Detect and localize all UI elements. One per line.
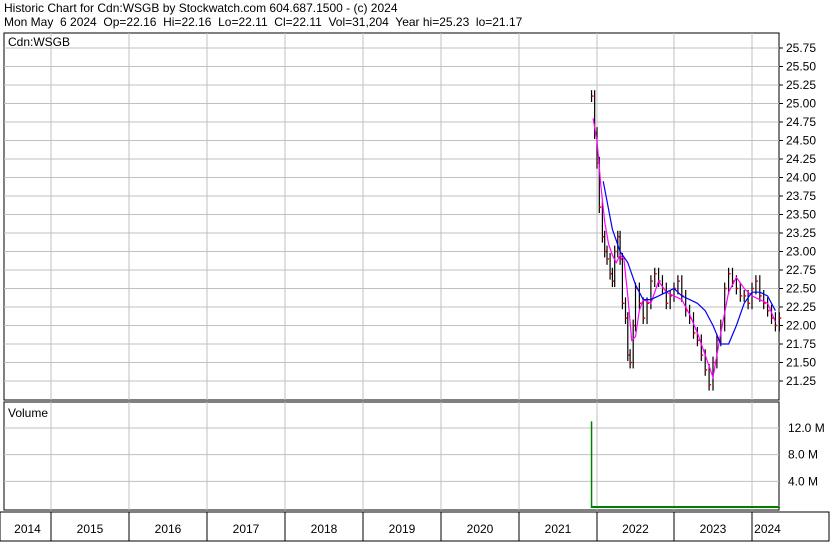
volume-tick-label: 12.0 M bbox=[788, 421, 825, 435]
year-label: 2019 bbox=[389, 522, 416, 536]
year-label: 2017 bbox=[233, 522, 260, 536]
price-tick-label: 21.50 bbox=[786, 356, 816, 370]
year-label: 2023 bbox=[700, 522, 727, 536]
year-label: 2014 bbox=[14, 522, 41, 536]
symbol-label: Cdn:WSGB bbox=[8, 35, 70, 49]
year-label: 2022 bbox=[622, 522, 649, 536]
price-tick-label: 25.75 bbox=[786, 41, 816, 55]
price-tick-label: 25.00 bbox=[786, 97, 816, 111]
price-tick-label: 25.50 bbox=[786, 60, 816, 74]
price-tick-label: 24.25 bbox=[786, 152, 816, 166]
volume-panel-frame bbox=[3, 401, 780, 511]
price-tick-label: 23.00 bbox=[786, 245, 816, 259]
year-label: 2024 bbox=[754, 522, 781, 536]
year-label: 2016 bbox=[155, 522, 182, 536]
price-tick-label: 22.75 bbox=[786, 263, 816, 277]
volume-label: Volume bbox=[8, 406, 48, 420]
price-panel-frame bbox=[3, 32, 780, 401]
price-tick-label: 21.75 bbox=[786, 337, 816, 351]
price-tick-label: 25.25 bbox=[786, 78, 816, 92]
price-tick-label: 22.50 bbox=[786, 282, 816, 296]
year-label: 2018 bbox=[311, 522, 338, 536]
price-tick-label: 24.50 bbox=[786, 134, 816, 148]
price-tick-label: 24.75 bbox=[786, 115, 816, 129]
price-tick-label: 23.25 bbox=[786, 226, 816, 240]
volume-tick-label: 8.0 M bbox=[788, 448, 818, 462]
price-tick-label: 22.00 bbox=[786, 319, 816, 333]
volume-tick-label: 4.0 M bbox=[788, 474, 818, 488]
year-label: 2015 bbox=[77, 522, 104, 536]
stock-chart: 25.75 25.50 25.25 25.00 24.75 24.50 24.25 24.00… bbox=[0, 32, 830, 542]
price-tick-label: 24.00 bbox=[786, 171, 816, 185]
price-tick-label: 23.75 bbox=[786, 189, 816, 203]
year-label: 2021 bbox=[545, 522, 572, 536]
price-tick-label: 23.50 bbox=[786, 208, 816, 222]
price-tick-label: 21.25 bbox=[786, 374, 816, 388]
price-tick-label: 22.25 bbox=[786, 300, 816, 314]
year-label: 2020 bbox=[467, 522, 494, 536]
